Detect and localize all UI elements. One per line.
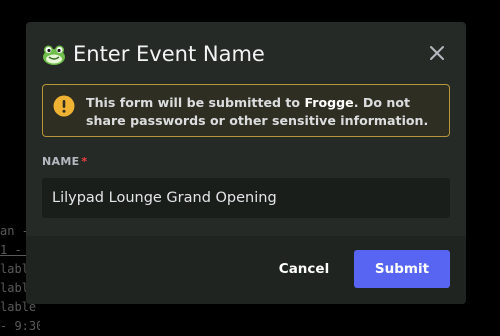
background-line: - 9:30 PM: [0, 319, 40, 333]
close-icon[interactable]: [428, 44, 446, 62]
event-name-input[interactable]: [42, 178, 450, 218]
warning-banner: This form will be submitted to Frogge. D…: [42, 84, 450, 137]
modal-header: Enter Event Name: [42, 38, 265, 70]
modal-dialog: Enter Event Name This form will be submi…: [26, 22, 466, 304]
exclamation-circle-icon: [53, 95, 75, 117]
warning-text-prefix: This form will be submitted to: [86, 95, 305, 110]
cancel-button[interactable]: Cancel: [266, 250, 342, 288]
submit-button[interactable]: Submit: [354, 250, 450, 288]
name-label-text: NAME: [42, 155, 80, 168]
close-button[interactable]: [428, 44, 446, 62]
warning-app-name: Frogge: [304, 95, 354, 110]
modal-title: Enter Event Name: [73, 42, 265, 66]
frog-avatar-icon: [42, 42, 66, 66]
modal-footer: Cancel Submit: [26, 236, 466, 304]
required-marker: *: [81, 155, 88, 168]
warning-text: This form will be submitted to Frogge. D…: [86, 94, 437, 130]
name-field-label: NAME *: [42, 155, 87, 168]
